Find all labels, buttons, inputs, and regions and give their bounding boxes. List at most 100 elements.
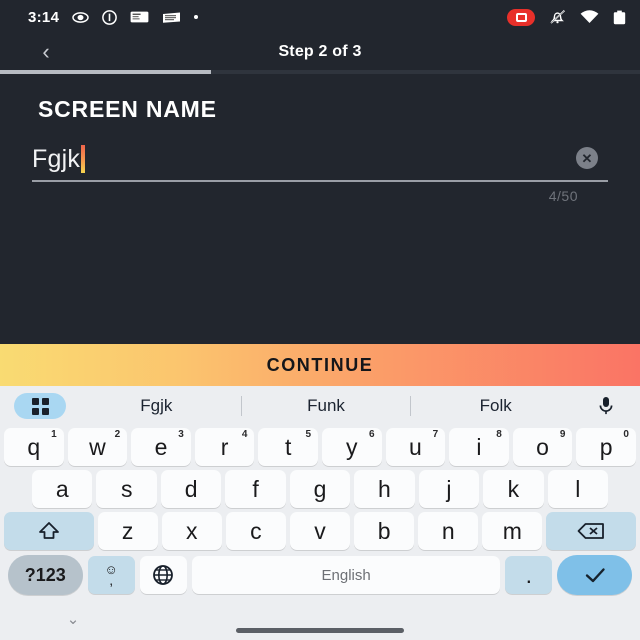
- key-label: o: [536, 433, 549, 460]
- key-t[interactable]: t5: [258, 428, 318, 466]
- phone-screen: 3:14 ‹ Step 2 of 3 SCREEN NAME Fgjk ✕ 4/…: [0, 0, 640, 640]
- key-label: g: [313, 475, 327, 502]
- key-m[interactable]: m: [482, 512, 543, 550]
- key-r[interactable]: r4: [194, 428, 255, 466]
- character-counter: 4/50: [548, 187, 578, 204]
- keyboard-row-4: ?123 ☺ , English .: [0, 552, 640, 598]
- section-title: SCREEN NAME: [38, 96, 217, 122]
- suggestion-item[interactable]: Fgjk: [72, 396, 241, 416]
- key-h[interactable]: h: [354, 470, 415, 508]
- space-key[interactable]: English: [192, 556, 501, 594]
- suggestion-item[interactable]: Folk: [411, 396, 580, 416]
- key-label: i: [476, 433, 482, 460]
- screen-name-field-group: Fgjk ✕ 4/50: [32, 138, 608, 204]
- key-superscript: 8: [496, 429, 502, 440]
- status-bar-right: [507, 8, 626, 26]
- key-superscript: 4: [241, 429, 248, 440]
- keyboard-row-1: q1w2e3r4t5y6u7i8o9p0: [0, 426, 640, 468]
- key-s[interactable]: s: [96, 470, 157, 508]
- key-w[interactable]: w2: [67, 428, 128, 466]
- key-b[interactable]: b: [354, 512, 415, 550]
- info-circle-icon: [102, 9, 118, 25]
- key-label: v: [314, 517, 326, 544]
- key-y[interactable]: y6: [322, 428, 382, 466]
- key-label: d: [184, 475, 198, 502]
- key-superscript: 9: [559, 429, 566, 440]
- key-v[interactable]: v: [289, 512, 351, 550]
- clear-text-icon[interactable]: ✕: [576, 147, 598, 169]
- key-o[interactable]: o9: [512, 428, 573, 466]
- keyboard-grid-menu-icon[interactable]: [14, 393, 66, 419]
- key-u[interactable]: u7: [385, 428, 446, 466]
- key-label: y: [346, 433, 358, 460]
- key-label: w: [89, 433, 106, 460]
- back-button[interactable]: ‹: [26, 34, 66, 70]
- key-superscript: 0: [623, 429, 629, 440]
- home-gesture-bar[interactable]: [236, 628, 404, 633]
- key-d[interactable]: d: [160, 470, 222, 508]
- key-k[interactable]: k: [483, 470, 544, 508]
- key-label: n: [441, 517, 455, 544]
- key-n[interactable]: n: [418, 512, 479, 550]
- key-label: k: [507, 475, 520, 502]
- status-bar: 3:14: [0, 0, 640, 34]
- key-q[interactable]: q1: [4, 428, 64, 466]
- key-label: t: [285, 433, 292, 460]
- key-label: r: [220, 433, 229, 460]
- key-label: m: [502, 517, 522, 544]
- key-x[interactable]: x: [161, 512, 222, 550]
- key-g[interactable]: g: [289, 470, 351, 508]
- key-f[interactable]: f: [225, 470, 286, 508]
- key-label: h: [378, 475, 391, 502]
- key-label: z: [121, 517, 134, 544]
- key-a[interactable]: a: [32, 470, 93, 508]
- key-j[interactable]: j: [418, 470, 480, 508]
- key-label: s: [120, 475, 133, 502]
- screen-name-value: Fgjk: [32, 145, 81, 173]
- key-z[interactable]: z: [97, 512, 158, 550]
- key-label: u: [408, 433, 422, 460]
- screen-record-icon: [507, 8, 535, 26]
- emoji-comma-key[interactable]: ☺ ,: [87, 556, 135, 594]
- backspace-key[interactable]: [546, 512, 636, 550]
- dot-icon: [194, 15, 199, 19]
- status-time: 3:14: [28, 8, 60, 26]
- suggestion-list: Fgjk Funk Folk: [72, 396, 580, 416]
- system-nav-bar: ⌄: [0, 600, 640, 640]
- key-label: x: [186, 517, 198, 544]
- key-p[interactable]: p0: [576, 428, 636, 466]
- key-l[interactable]: l: [547, 470, 608, 508]
- continue-button[interactable]: CONTINUE: [0, 344, 640, 386]
- ticket-icon: [130, 10, 149, 24]
- key-i[interactable]: i8: [449, 428, 509, 466]
- status-bar-left: 3:14: [14, 9, 507, 26]
- language-globe-key[interactable]: [139, 556, 187, 594]
- microphone-icon[interactable]: [586, 392, 626, 420]
- suggestion-item[interactable]: Funk: [242, 396, 411, 416]
- shift-key[interactable]: [4, 512, 94, 550]
- symbols-key[interactable]: ?123: [8, 555, 83, 595]
- hide-keyboard-chevron-down-icon[interactable]: ⌄: [58, 608, 88, 630]
- key-superscript: 7: [432, 429, 439, 440]
- key-c[interactable]: c: [225, 512, 286, 550]
- key-superscript: 5: [305, 429, 311, 440]
- key-superscript: 2: [114, 429, 121, 440]
- input-underline: [32, 180, 608, 182]
- key-label: q: [27, 433, 41, 460]
- key-superscript: 6: [369, 429, 375, 440]
- key-superscript: 1: [51, 429, 57, 440]
- receipt-icon: [162, 11, 181, 24]
- page-title: Step 2 of 3: [278, 43, 362, 60]
- key-label: c: [250, 517, 262, 544]
- text-caret: [81, 145, 86, 173]
- key-e[interactable]: e3: [131, 428, 191, 466]
- screen-header: ‹ Step 2 of 3: [0, 34, 640, 70]
- keyboard-row-3: z x c v bn m: [0, 510, 640, 552]
- eye-icon: [72, 11, 89, 24]
- keyboard-row-3-letters: z x c v bn m: [97, 512, 543, 550]
- screen-name-input[interactable]: Fgjk ✕: [32, 138, 608, 180]
- keyboard-row-2: as dfg hjkl: [0, 468, 640, 510]
- period-key[interactable]: .: [505, 556, 553, 594]
- wifi-icon: [580, 10, 599, 24]
- enter-key[interactable]: [557, 555, 632, 595]
